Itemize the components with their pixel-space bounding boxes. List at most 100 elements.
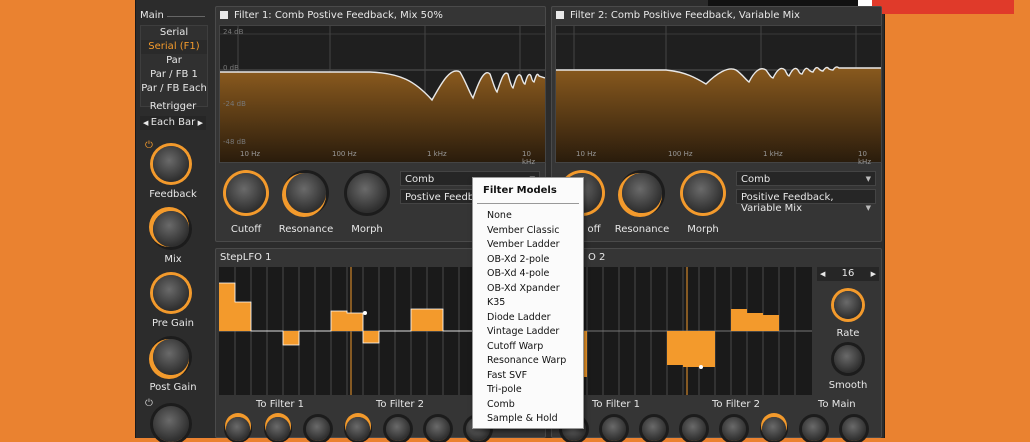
filter2-submodel-value: Positive Feedback, Variable Mix — [741, 192, 834, 214]
chevron-right-icon[interactable]: ▶ — [198, 116, 203, 130]
lfo2-mod-knob-7[interactable] — [802, 417, 826, 441]
filter2-resonance-knob[interactable] — [622, 173, 662, 213]
menu-item-k35[interactable]: K35 — [473, 296, 583, 311]
retrigger-value: Each Bar — [150, 117, 196, 128]
lfo1-target-filter1: To Filter 1 — [256, 399, 305, 410]
power-icon[interactable]: ⏻ — [145, 140, 153, 151]
lfo2-mod-knob-3[interactable] — [642, 417, 666, 441]
lfo2-step-grid[interactable] — [555, 267, 812, 395]
lfo1-mod-knob-4[interactable] — [346, 417, 370, 441]
chevron-left-icon[interactable]: ◀ — [143, 116, 148, 130]
lfo2-smooth-label: Smooth — [828, 380, 868, 391]
filter2-enable-checkbox[interactable] — [556, 11, 564, 19]
filter1-response-svg — [220, 26, 546, 162]
lfo2-rate-knob[interactable] — [834, 291, 862, 319]
lfo2-smooth-knob[interactable] — [834, 345, 862, 373]
filter1-resonance-label: Resonance — [278, 224, 334, 235]
mix-label: Mix — [164, 254, 182, 265]
menu-item-diode-ladder[interactable]: Diode Ladder — [473, 311, 583, 326]
lfo2-title: O 2 — [588, 252, 606, 263]
filter1-resonance-knob[interactable] — [286, 173, 326, 213]
lfo1-mod-knob-6[interactable] — [426, 417, 450, 441]
lfo2-mod-knob-5[interactable] — [722, 417, 746, 441]
filter2-submodel-select[interactable]: Positive Feedback, Variable Mix ▼ — [736, 189, 876, 214]
pre-gain-label: Pre Gain — [151, 318, 195, 329]
lfo1-mod-knob-3[interactable] — [306, 417, 330, 441]
menu-item-cutoff-warp[interactable]: Cutoff Warp — [473, 340, 583, 355]
freq-label-100hz: 100 Hz — [332, 150, 357, 158]
menu-item-obxd-2pole[interactable]: OB-Xd 2-pole — [473, 253, 583, 268]
filter2-resonance-label: Resonance — [614, 224, 670, 235]
dropdown-arrow-icon: ▼ — [865, 175, 871, 183]
menu-item-obxd-4pole[interactable]: OB-Xd 4-pole — [473, 267, 583, 282]
post-gain-knob[interactable] — [153, 339, 189, 375]
menu-item-vember-classic[interactable]: Vember Classic — [473, 224, 583, 239]
mix-knob[interactable] — [153, 211, 189, 247]
db-label-minus24: -24 dB — [223, 100, 246, 108]
feedback-knob[interactable] — [153, 146, 189, 182]
filter1-morph-label: Morph — [351, 224, 383, 235]
chevron-right-icon[interactable]: ▶ — [871, 267, 876, 281]
filter1-header: Filter 1: Comb Postive Feedback, Mix 50% — [220, 10, 443, 21]
main-panel: Main Serial Serial (F1) Par Par / FB 1 P… — [137, 8, 209, 442]
lfo1-mod-knob-2[interactable] — [266, 417, 290, 441]
mode-serial-f1[interactable]: Serial (F1) — [141, 40, 207, 54]
lfo1-mod-knob-1[interactable] — [226, 417, 250, 441]
freq-label-10khz: 10 kHz — [522, 150, 535, 166]
lfo2-target-filter1: To Filter 1 — [592, 399, 641, 410]
feedback-label: Feedback — [149, 189, 197, 200]
lfo1-target-filter2: To Filter 2 — [376, 399, 425, 410]
filter2-model-select[interactable]: Comb ▼ — [736, 171, 876, 186]
lfo2-target-main: To Main — [818, 399, 856, 410]
lfo2-mod-knob-6[interactable] — [762, 417, 786, 441]
lfo2-mod-knob-4[interactable] — [682, 417, 706, 441]
main-title: Main — [140, 10, 164, 21]
filter-models-menu[interactable]: Filter Models None Vember Classic Vember… — [472, 177, 584, 429]
pre-gain-knob[interactable] — [153, 275, 189, 311]
extra-knob[interactable] — [153, 406, 189, 442]
filter1-morph-knob[interactable] — [347, 173, 387, 213]
filter1-cutoff-knob[interactable] — [226, 173, 266, 213]
menu-item-resonance-warp[interactable]: Resonance Warp — [473, 354, 583, 369]
power-icon[interactable]: ⏻ — [145, 398, 153, 409]
mode-serial[interactable]: Serial — [141, 26, 207, 40]
freq-label-10hz: 10 Hz — [576, 150, 597, 158]
menu-item-fast-svf[interactable]: Fast SVF — [473, 369, 583, 384]
freq-label-1khz: 1 kHz — [427, 150, 447, 158]
menu-item-tri-pole[interactable]: Tri-pole — [473, 383, 583, 398]
dropdown-arrow-icon: ▼ — [865, 204, 871, 212]
mode-par[interactable]: Par — [141, 54, 207, 68]
freq-label-10hz: 10 Hz — [240, 150, 261, 158]
mode-par-fb-each[interactable]: Par / FB Each — [141, 82, 207, 96]
db-label-minus48: -48 dB — [223, 138, 246, 146]
filter2-response-svg — [556, 26, 881, 162]
freq-label-1khz: 1 kHz — [763, 150, 783, 158]
filter2-panel: Filter 2: Comb Positive Feedback, Variab… — [551, 6, 882, 242]
lfo2-mod-knob-8[interactable] — [842, 417, 866, 441]
retrigger-selector[interactable]: ◀ Each Bar ▶ — [140, 116, 206, 130]
post-gain-label: Post Gain — [149, 382, 197, 393]
lfo2-steps-svg — [555, 267, 812, 395]
db-label-0: 0 dB — [223, 64, 239, 72]
mode-list: Serial Serial (F1) Par Par / FB 1 Par / … — [140, 25, 208, 107]
filter1-model-value: Comb — [405, 174, 435, 185]
lfo2-rate-label: Rate — [836, 328, 860, 339]
menu-item-obxd-xpander[interactable]: OB-Xd Xpander — [473, 282, 583, 297]
menu-item-vintage-ladder[interactable]: Vintage Ladder — [473, 325, 583, 340]
filter2-title: Filter 2: Comb Positive Feedback, Variab… — [570, 10, 800, 21]
lfo2-target-filter2: To Filter 2 — [712, 399, 761, 410]
menu-item-sample-hold[interactable]: Sample & Hold — [473, 412, 583, 427]
filter2-morph-knob[interactable] — [683, 173, 723, 213]
filter1-cutoff-label: Cutoff — [230, 224, 262, 235]
menu-item-none[interactable]: None — [473, 209, 583, 224]
menu-item-comb[interactable]: Comb — [473, 398, 583, 413]
mode-par-fb1[interactable]: Par / FB 1 — [141, 68, 207, 82]
filter1-title: Filter 1: Comb Postive Feedback, Mix 50% — [234, 10, 443, 21]
filter1-enable-checkbox[interactable] — [220, 11, 228, 19]
freq-label-100hz: 100 Hz — [668, 150, 693, 158]
lfo2-mod-knob-2[interactable] — [602, 417, 626, 441]
menu-item-vember-ladder[interactable]: Vember Ladder — [473, 238, 583, 253]
chevron-left-icon[interactable]: ◀ — [820, 267, 825, 281]
lfo2-steps-selector[interactable]: ◀ 16 ▶ — [817, 267, 879, 281]
lfo1-mod-knob-5[interactable] — [386, 417, 410, 441]
